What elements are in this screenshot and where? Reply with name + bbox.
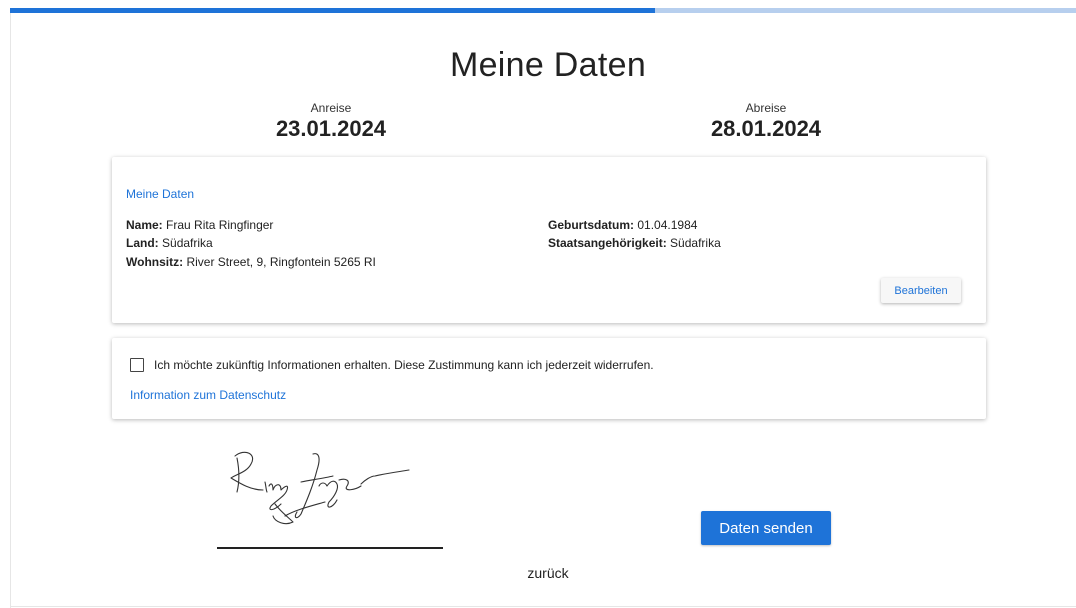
back-link[interactable]: zurück xyxy=(0,565,1076,581)
residence-field: Wohnsitz: River Street, 9, Ringfontein 5… xyxy=(126,255,376,269)
frame-border-left xyxy=(10,8,11,608)
consent-card: Ich möchte zukünftig Informationen erhal… xyxy=(112,338,986,419)
privacy-info-link[interactable]: Information zum Datenschutz xyxy=(130,388,286,402)
arrival-label: Anreise xyxy=(310,101,352,115)
birthdate-label: Geburtsdatum: xyxy=(548,218,635,232)
edit-button[interactable]: Bearbeiten xyxy=(881,278,961,303)
nationality-value: Südafrika xyxy=(670,236,721,250)
progress-bar xyxy=(10,8,1076,13)
send-data-button[interactable]: Daten senden xyxy=(701,511,831,545)
consent-checkbox[interactable] xyxy=(130,358,144,372)
page-frame: Meine Daten Anreise 23.01.2024 Abreise 2… xyxy=(0,0,1076,608)
departure-block: Abreise 28.01.2024 xyxy=(656,101,876,142)
nationality-label: Staatsangehörigkeit: xyxy=(548,236,667,250)
consent-text: Ich möchte zukünftig Informationen erhal… xyxy=(154,358,654,372)
name-value: Frau Rita Ringfinger xyxy=(166,218,274,232)
departure-label: Abreise xyxy=(745,101,787,115)
arrival-date: 23.01.2024 xyxy=(275,116,387,141)
birthdate-value: 01.04.1984 xyxy=(637,218,698,232)
arrival-block: Anreise 23.01.2024 xyxy=(221,101,441,142)
personal-data-heading: Meine Daten xyxy=(126,187,195,201)
name-field: Name: Frau Rita Ringfinger xyxy=(126,218,273,232)
residence-value: River Street, 9, Ringfontein 5265 RI xyxy=(186,255,376,269)
signature-drawing xyxy=(230,451,410,525)
page-title: Meine Daten xyxy=(449,46,647,84)
country-field: Land: Südafrika xyxy=(126,236,213,250)
country-label: Land: xyxy=(126,236,159,250)
departure-date: 28.01.2024 xyxy=(710,116,822,141)
birthdate-field: Geburtsdatum: 01.04.1984 xyxy=(548,218,697,232)
residence-label: Wohnsitz: xyxy=(126,255,184,269)
country-value: Südafrika xyxy=(162,236,213,250)
nationality-field: Staatsangehörigkeit: Südafrika xyxy=(548,236,721,250)
signature-line xyxy=(217,547,443,549)
frame-border-bottom xyxy=(10,606,1076,607)
name-label: Name: xyxy=(126,218,163,232)
personal-data-card: Meine Daten Name: Frau Rita Ringfinger L… xyxy=(112,157,986,323)
progress-bar-fill xyxy=(10,8,655,13)
signature-pad[interactable] xyxy=(215,440,445,550)
